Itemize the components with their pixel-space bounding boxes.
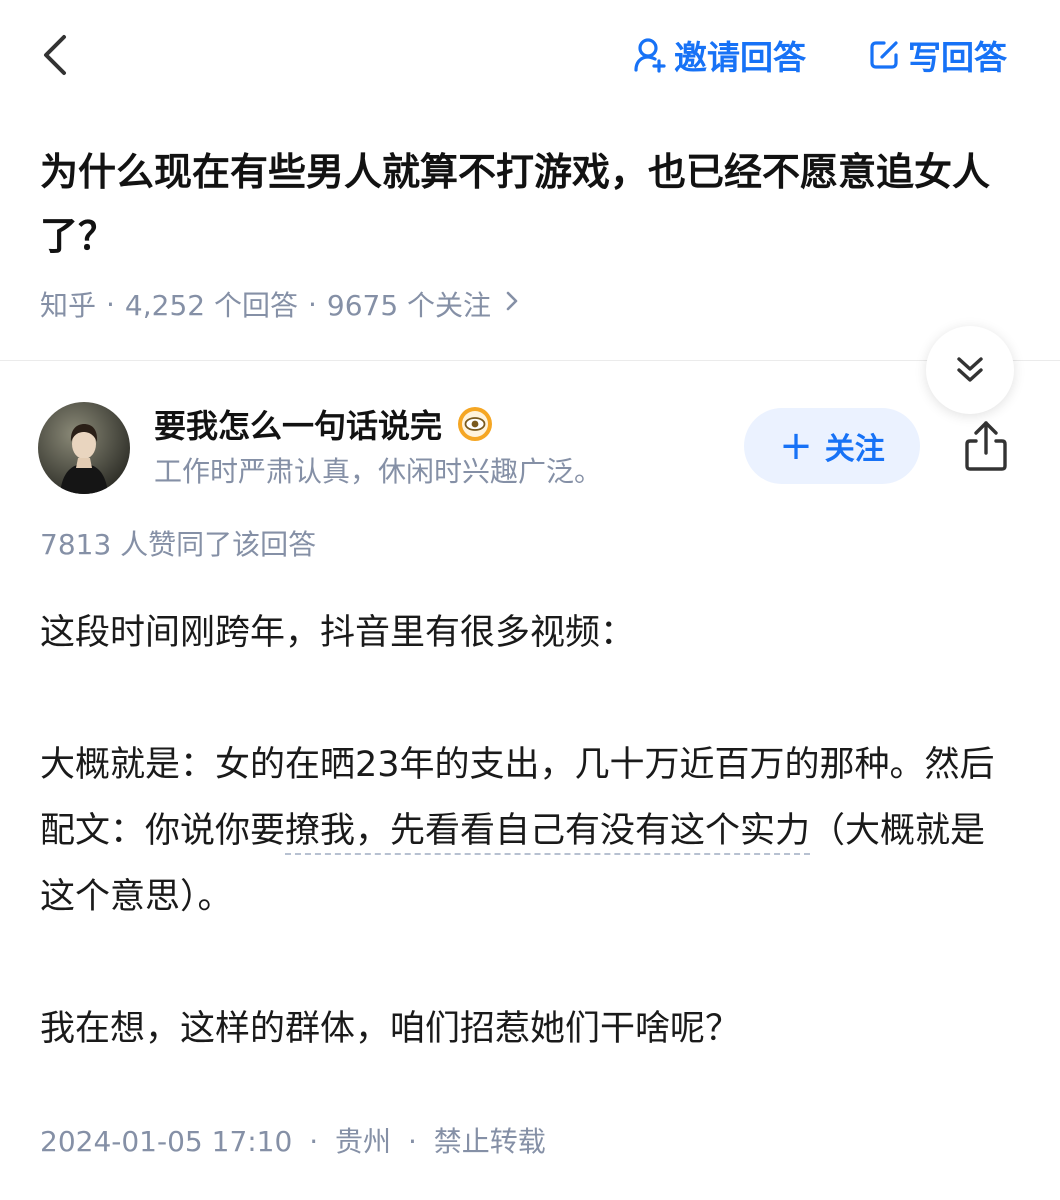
search-keyword-link[interactable]: 撩我，先看看自己有没有这个实力 (285, 811, 811, 855)
answer-footer-meta: 2024-01-05 17:10 · 贵州 · 禁止转载 (40, 1120, 546, 1164)
top-nav: 邀请回答 写回答 (0, 0, 1060, 110)
author-bio: 工作时严肃认真，休闲时兴趣广泛。 (154, 455, 603, 488)
answer-paragraph: 我在想，这样的群体，咱们招惹她们干啥呢？ (40, 1009, 741, 1049)
write-answer-button[interactable]: 写回答 (866, 30, 1007, 80)
answer-paragraph: 大概就是：女的在晒23年的支出，几十万近百万的那种。然后配文：你说你要撩我，先看… (40, 732, 1020, 930)
share-icon (965, 421, 1007, 471)
answer-location: 贵州 (335, 1125, 392, 1158)
invite-answer-label: 邀请回答 (674, 38, 806, 77)
follow-label: 关注 (824, 432, 885, 467)
meta-separator: · (407, 1125, 417, 1158)
invite-answer-button[interactable]: 邀请回答 (632, 30, 806, 80)
answer-paragraph: 这段时间刚跨年，抖音里有很多视频： (40, 613, 636, 653)
question-source: 知乎 (40, 289, 97, 322)
author-name[interactable]: 要我怎么一句话说完 (154, 400, 494, 448)
meta-separator: · (307, 287, 317, 321)
author-name-text: 要我怎么一句话说完 (154, 407, 443, 445)
avatar[interactable] (38, 402, 130, 494)
answer-date: 2024-01-05 17:10 (40, 1125, 293, 1158)
question-meta[interactable]: 知乎 · 4,252 个回答 · 9675 个关注 (40, 282, 519, 326)
collapse-button[interactable] (926, 326, 1014, 414)
question-title[interactable]: 为什么现在有些男人就算不打游戏，也已经不愿意追女人了？ (40, 140, 1020, 268)
meta-separator: · (309, 1125, 319, 1158)
back-button[interactable] (30, 30, 80, 80)
write-answer-label: 写回答 (908, 38, 1007, 77)
answer-page: 邀请回答 写回答 为什么现在有些男人就算不打游戏，也已经不愿意追女人了？ 知乎 … (0, 0, 1060, 1200)
follower-count: 9675 个关注 (326, 289, 492, 322)
answer-content: 这段时间刚跨年，抖音里有很多视频： 大概就是：女的在晒23年的支出，几十万近百万… (40, 600, 1020, 1062)
vote-count: 7813 人赞同了该回答 (40, 528, 317, 561)
divider (0, 360, 1060, 361)
chevron-left-icon (44, 35, 66, 75)
chevron-right-icon (505, 290, 519, 318)
plus-icon: + (779, 423, 813, 469)
copyright-notice: 禁止转载 (433, 1125, 546, 1158)
share-button[interactable] (960, 418, 1012, 474)
edit-icon (866, 37, 902, 73)
answer-count: 4,252 个回答 (124, 289, 298, 322)
double-chevron-down-icon (957, 357, 983, 382)
person-add-icon (632, 37, 668, 73)
follow-button[interactable]: + 关注 (744, 408, 920, 484)
meta-separator: · (106, 287, 115, 321)
eye-badge-icon (456, 405, 494, 443)
